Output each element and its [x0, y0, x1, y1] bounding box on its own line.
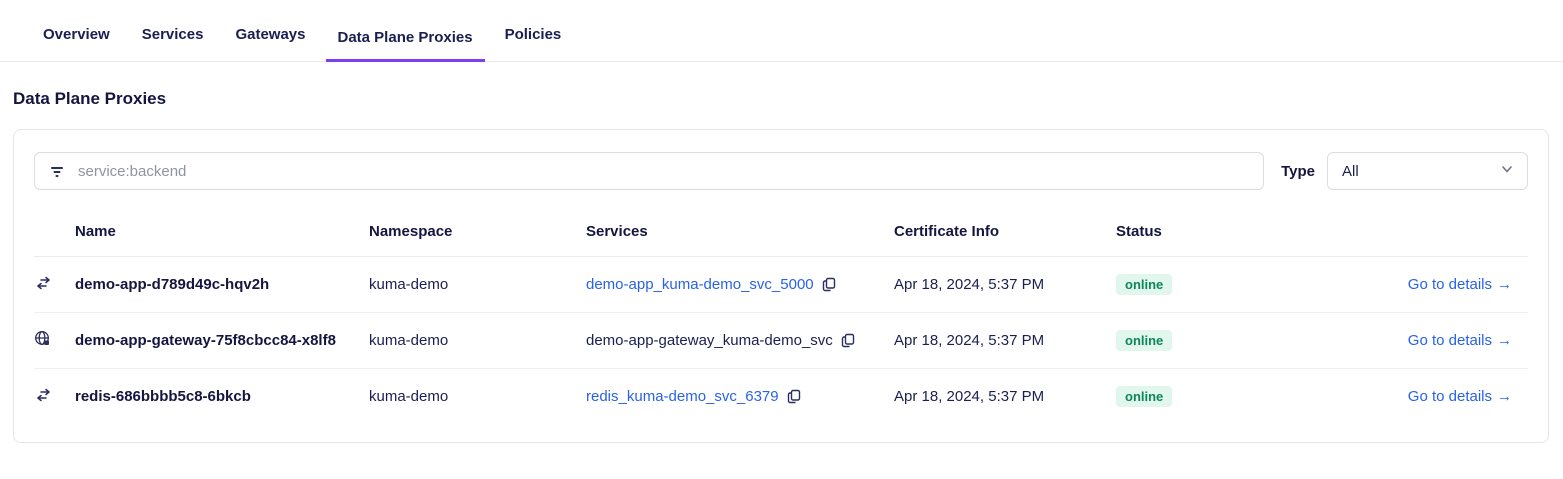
column-header-icon: [34, 204, 75, 257]
status-badge: online: [1116, 386, 1173, 407]
table-row: demo-app-d789d49c-hqv2h kuma-demo demo-a…: [34, 257, 1528, 313]
go-to-details-link[interactable]: Go to details →: [1408, 332, 1512, 349]
table-row: redis-686bbbb5c8-6bkcb kuma-demo redis_k…: [34, 368, 1528, 424]
arrow-right-icon: →: [1497, 332, 1512, 349]
certificate-info: Apr 18, 2024, 5:37 PM: [894, 312, 1116, 369]
service-name: demo-app-gateway_kuma-demo_svc: [586, 332, 833, 349]
page-title: Data Plane Proxies: [13, 89, 167, 108]
proxy-name: demo-app-gateway-75f8cbcc84-x8lf8: [75, 312, 369, 369]
proxies-table: Name Namespace Services Certificate Info…: [34, 204, 1528, 424]
type-select-value: All: [1342, 162, 1359, 180]
go-to-details-link[interactable]: Go to details →: [1408, 276, 1512, 293]
arrow-right-icon: →: [1497, 388, 1512, 405]
gateway-globe-icon: [34, 330, 51, 347]
table-header-row: Name Namespace Services Certificate Info…: [34, 204, 1528, 257]
column-header-status: Status: [1116, 204, 1276, 257]
tab-overview[interactable]: Overview: [31, 26, 122, 62]
filter-row: Type All: [34, 152, 1528, 190]
status-badge: online: [1116, 330, 1173, 351]
proxy-namespace: kuma-demo: [369, 368, 586, 424]
proxy-name: redis-686bbbb5c8-6bkcb: [75, 368, 369, 424]
copy-icon[interactable]: [787, 389, 801, 404]
go-to-details-link[interactable]: Go to details →: [1408, 388, 1512, 405]
filter-icon: [49, 163, 65, 179]
proxy-namespace: kuma-demo: [369, 276, 449, 293]
arrow-right-icon: →: [1497, 276, 1512, 293]
chevron-down-icon: [1500, 162, 1514, 180]
service-link[interactable]: redis_kuma-demo_svc_6379: [586, 388, 779, 405]
certificate-info: Apr 18, 2024, 5:37 PM: [894, 276, 1045, 293]
column-header-services: Services: [586, 204, 894, 257]
tab-bar: Overview Services Gateways Data Plane Pr…: [0, 0, 1563, 62]
type-select[interactable]: All: [1327, 152, 1528, 190]
column-header-details: [1276, 204, 1528, 257]
service-link[interactable]: demo-app_kuma-demo_svc_5000: [586, 276, 814, 293]
proxy-namespace: kuma-demo: [369, 312, 586, 369]
column-header-namespace: Namespace: [369, 204, 586, 257]
certificate-info: Apr 18, 2024, 5:37 PM: [894, 368, 1116, 424]
column-header-certificate-info: Certificate Info: [894, 204, 1116, 257]
copy-icon[interactable]: [822, 277, 836, 292]
filter-input[interactable]: [78, 162, 1252, 180]
type-label: Type: [1281, 162, 1315, 180]
tab-services[interactable]: Services: [130, 26, 216, 62]
proxy-icon: [34, 275, 53, 291]
proxy-icon: [34, 387, 53, 403]
status-badge: online: [1116, 274, 1173, 295]
tab-data-plane-proxies[interactable]: Data Plane Proxies: [325, 29, 485, 62]
column-header-name: Name: [75, 204, 369, 257]
table-row: demo-app-gateway-75f8cbcc84-x8lf8 kuma-d…: [34, 312, 1528, 369]
proxy-name: demo-app-d789d49c-hqv2h: [75, 276, 270, 293]
tab-gateways[interactable]: Gateways: [223, 26, 317, 62]
filter-input-wrapper: [34, 152, 1265, 190]
data-plane-proxies-card: Type All Name Namespace Services Certifi…: [13, 129, 1549, 443]
tab-policies[interactable]: Policies: [493, 26, 574, 62]
copy-icon[interactable]: [841, 333, 855, 348]
